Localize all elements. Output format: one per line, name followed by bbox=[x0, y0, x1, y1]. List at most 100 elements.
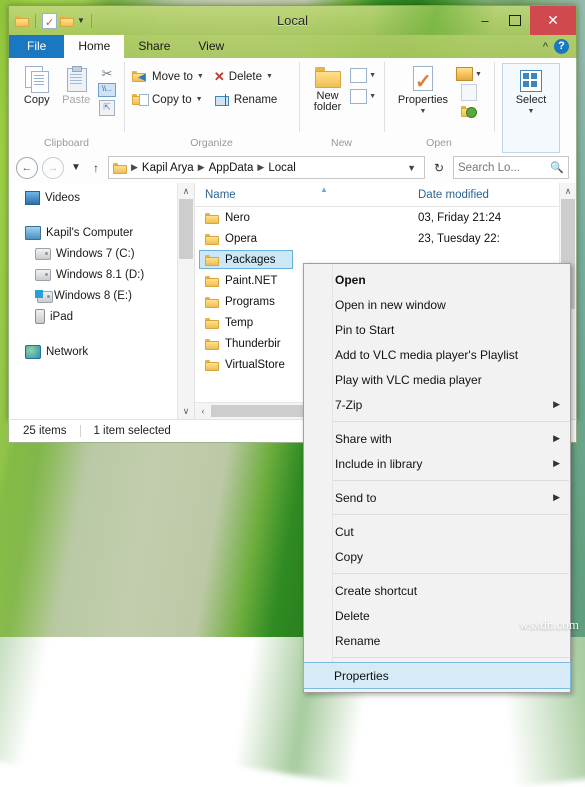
chevron-down-icon[interactable]: ▼ bbox=[369, 72, 376, 79]
menu-item-7-zip[interactable]: 7-Zip ▶ bbox=[304, 392, 570, 417]
chevron-down-icon[interactable]: ▼ bbox=[407, 163, 420, 173]
nav-item-windows-81-d[interactable]: Windows 8.1 (D:) bbox=[9, 264, 194, 285]
nav-item-windows-8-e[interactable]: Windows 8 (E:) bbox=[9, 285, 194, 306]
easy-access-button[interactable]: ▼ bbox=[350, 89, 376, 104]
chevron-down-icon[interactable]: ▼ bbox=[475, 71, 482, 78]
forward-button[interactable]: → bbox=[42, 157, 64, 179]
folder-icon bbox=[205, 338, 219, 350]
properties-button[interactable]: ✓ Properties ▼ bbox=[392, 63, 454, 115]
menu-item-open[interactable]: Open bbox=[304, 267, 570, 292]
search-icon[interactable]: 🔍 bbox=[550, 161, 564, 174]
group-label-clipboard: Clipboard bbox=[9, 137, 124, 152]
minimize-button[interactable]: – bbox=[470, 6, 500, 35]
tab-view[interactable]: View bbox=[184, 35, 238, 58]
scroll-left-icon[interactable]: ‹ bbox=[195, 406, 211, 416]
properties-icon[interactable]: ✓ bbox=[42, 13, 57, 29]
search-box[interactable]: Search Lo... 🔍 bbox=[453, 156, 569, 179]
table-row[interactable]: Opera 23, Tuesday 22: bbox=[195, 228, 576, 249]
breadcrumb-item-appdata[interactable]: AppData bbox=[209, 162, 254, 174]
menu-divider bbox=[305, 657, 569, 658]
menu-item-properties[interactable]: Properties bbox=[303, 662, 571, 689]
refresh-button[interactable]: ↻ bbox=[429, 157, 449, 178]
scrollbar-thumb[interactable] bbox=[179, 199, 193, 259]
breadcrumb-item-user[interactable]: Kapil Arya bbox=[142, 162, 194, 174]
copy-to-label: Copy to bbox=[152, 94, 192, 106]
menu-item-include-in-library[interactable]: Include in library ▶ bbox=[304, 451, 570, 476]
tab-share[interactable]: Share bbox=[124, 35, 184, 58]
move-to-button[interactable]: ◀ Move to ▼ bbox=[132, 66, 204, 87]
menu-item-send-to[interactable]: Send to ▶ bbox=[304, 485, 570, 510]
menu-label: Share with bbox=[335, 432, 392, 446]
group-label-new: New bbox=[299, 137, 384, 152]
chevron-down-icon[interactable]: ▼ bbox=[369, 93, 376, 100]
menu-item-open-in-new-window[interactable]: Open in new window bbox=[304, 292, 570, 317]
back-button[interactable]: ← bbox=[16, 157, 38, 179]
breadcrumb-item-local[interactable]: Local bbox=[268, 162, 296, 174]
nav-item-ipad[interactable]: iPad bbox=[9, 306, 194, 327]
tab-file[interactable]: File bbox=[9, 35, 64, 58]
column-header-name[interactable]: Name bbox=[195, 189, 410, 201]
maximize-button[interactable] bbox=[500, 6, 530, 35]
quick-access-toolbar[interactable]: ✓ ▼ bbox=[9, 13, 95, 29]
rename-button[interactable]: Rename bbox=[214, 89, 277, 110]
nav-label: Network bbox=[46, 346, 88, 358]
nav-item-computer[interactable]: Kapil's Computer bbox=[9, 222, 194, 243]
folder-icon[interactable] bbox=[15, 15, 29, 27]
navigation-pane: Videos Kapil's Computer Windows 7 (C:) W… bbox=[9, 183, 194, 419]
recent-locations-button[interactable]: ▼ bbox=[68, 158, 84, 178]
new-item-button[interactable]: ▼ bbox=[350, 68, 376, 83]
menu-item-create-shortcut[interactable]: Create shortcut bbox=[304, 578, 570, 603]
menu-item-share-with[interactable]: Share with ▶ bbox=[304, 426, 570, 451]
select-button[interactable]: Select ▼ bbox=[502, 63, 560, 153]
nav-item-network[interactable]: Network bbox=[9, 341, 194, 362]
new-folder-button[interactable]: New folder bbox=[307, 63, 348, 113]
new-folder-icon[interactable] bbox=[60, 15, 74, 27]
file-name: VirtualStore bbox=[225, 359, 285, 371]
collapse-ribbon-icon[interactable]: ^ bbox=[543, 41, 548, 53]
navigation-tree: Videos Kapil's Computer Windows 7 (C:) W… bbox=[9, 183, 194, 362]
open-with-button[interactable]: ▼ bbox=[456, 67, 482, 81]
menu-divider bbox=[305, 573, 569, 574]
delete-button[interactable]: ✕ Delete ▼ bbox=[214, 66, 277, 87]
file-name: Packages bbox=[225, 254, 276, 266]
paste-button[interactable]: Paste bbox=[57, 63, 97, 106]
navigation-pane-scrollbar[interactable]: ∧ ∨ bbox=[177, 183, 194, 419]
copy-to-button[interactable]: Copy to ▼ bbox=[132, 89, 204, 110]
scroll-up-icon[interactable]: ∧ bbox=[560, 183, 576, 199]
tab-home[interactable]: Home bbox=[64, 35, 124, 58]
menu-item-pin-to-start[interactable]: Pin to Start bbox=[304, 317, 570, 342]
help-icon[interactable]: ? bbox=[554, 39, 569, 54]
cut-icon[interactable]: ✂ bbox=[102, 67, 113, 80]
up-button[interactable]: ↑ bbox=[88, 158, 104, 178]
file-name-cell: Opera bbox=[195, 233, 410, 245]
menu-item-cut[interactable]: Cut bbox=[304, 519, 570, 544]
chevron-down-icon[interactable]: ▼ bbox=[420, 108, 427, 115]
close-button[interactable]: ✕ bbox=[530, 6, 576, 35]
scroll-up-icon[interactable]: ∧ bbox=[178, 183, 194, 199]
back-icon: ← bbox=[22, 162, 33, 174]
menu-item-copy[interactable]: Copy bbox=[304, 544, 570, 569]
scrollbar-track[interactable] bbox=[178, 199, 194, 403]
chevron-down-icon[interactable]: ▼ bbox=[77, 16, 85, 25]
table-row[interactable]: Nero 03, Friday 21:24 bbox=[195, 207, 576, 228]
scroll-down-icon[interactable]: ∨ bbox=[178, 403, 194, 419]
column-header-date-modified[interactable]: Date modified bbox=[410, 189, 489, 201]
nav-item-windows-7-c[interactable]: Windows 7 (C:) bbox=[9, 243, 194, 264]
breadcrumb[interactable]: ▶ Kapil Arya ▶ AppData ▶ Local ▼ bbox=[108, 156, 425, 179]
chevron-down-icon[interactable]: ▼ bbox=[196, 96, 203, 103]
tree-spacer bbox=[9, 208, 194, 222]
chevron-down-icon[interactable]: ▼ bbox=[266, 73, 273, 80]
clipboard-small-icons: ✂ \\... ⇱ bbox=[96, 63, 118, 116]
history-icon[interactable] bbox=[461, 104, 477, 118]
menu-item-add-to-vlc-playlist[interactable]: Add to VLC media player's Playlist bbox=[304, 342, 570, 367]
nav-item-videos[interactable]: Videos bbox=[9, 187, 194, 208]
chevron-down-icon[interactable]: ▼ bbox=[197, 73, 204, 80]
ribbon-group-open: ✓ Properties ▼ ▼ Open bbox=[384, 58, 494, 152]
menu-item-play-with-vlc[interactable]: Play with VLC media player bbox=[304, 367, 570, 392]
copy-path-icon[interactable]: \\... bbox=[98, 83, 116, 97]
chevron-down-icon[interactable]: ▼ bbox=[528, 108, 535, 115]
paste-shortcut-icon[interactable]: ⇱ bbox=[99, 100, 115, 116]
edit-icon[interactable] bbox=[461, 84, 477, 101]
ribbon-tab-strip: File Home Share View ^ ? bbox=[8, 35, 577, 58]
copy-button[interactable]: Copy bbox=[17, 63, 57, 106]
